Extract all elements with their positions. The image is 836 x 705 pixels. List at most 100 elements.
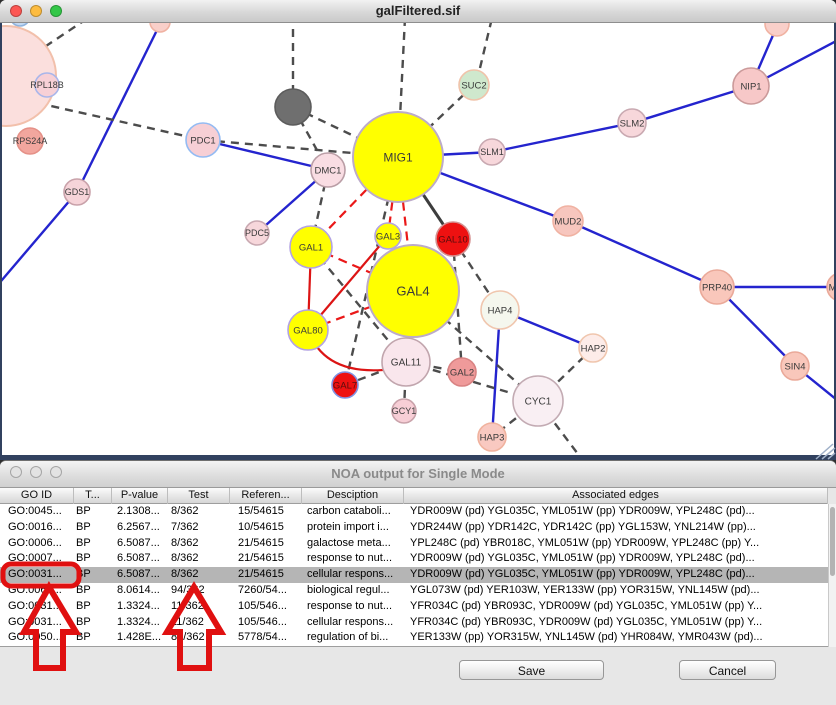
cell: 8/362 (168, 504, 230, 520)
cell: 1.3324... (112, 599, 168, 615)
node-label: GAL80 (293, 325, 323, 336)
cell: BP (74, 520, 112, 536)
cell: 1.428E... (112, 630, 168, 646)
cell: 5778/54... (230, 630, 302, 646)
cell: 21/54615 (230, 536, 302, 552)
node-label: GAL3 (376, 231, 400, 242)
cell: 6.5087... (112, 536, 168, 552)
column-header-desciption[interactable]: Desciption (302, 487, 404, 504)
cell: YGL073W (pd) YER103W, YER133W (pp) YOR31… (404, 583, 828, 599)
cell: GO:0031... (0, 599, 74, 615)
edge[interactable] (24, 100, 203, 140)
table-row-0[interactable]: GO:0045...BP2.1308...8/36215/54615carbon… (0, 504, 828, 520)
network-titlebar[interactable]: galFiltered.sif (0, 0, 836, 23)
cell: GO:0006... (0, 536, 74, 552)
node-label: GAL1 (299, 242, 323, 253)
column-header-associated-edges[interactable]: Associated edges (404, 487, 828, 504)
column-header-go-id[interactable]: GO ID (0, 487, 74, 504)
node-label: RPL18B (30, 80, 64, 90)
node-label: GCY1 (392, 406, 417, 416)
node-gray-node[interactable] (275, 89, 311, 125)
cell: GO:0016... (0, 520, 74, 536)
cell: 8/362 (168, 536, 230, 552)
node-label: PDC5 (245, 228, 269, 238)
cell: protein import i... (302, 520, 404, 536)
table-row-3[interactable]: GO:0007...BP6.5087...8/36221/54615respon… (0, 551, 828, 567)
cell: YDR009W (pd) YGL035C, YML051W (pp) YDR00… (404, 551, 828, 567)
table-row-7[interactable]: GO:0031...BP1.3324...11/362105/546...cel… (0, 615, 828, 631)
cell: BP (74, 583, 112, 599)
cancel-button[interactable]: Cancel (679, 660, 776, 680)
table-row-5[interactable]: GO:0065...BP8.0614...94/3627260/54...bio… (0, 583, 828, 599)
network-window: RPL18BRPS24AGDS1PDC1SUC2MIG1SLM1DMC1SLM2… (0, 0, 836, 460)
cell: cellular respons... (302, 615, 404, 631)
node-label: HAP3 (480, 432, 505, 443)
column-header-t-[interactable]: T... (74, 487, 112, 504)
table-row-2[interactable]: GO:0006...BP6.5087...8/36221/54615galact… (0, 536, 828, 552)
cell: 21/54615 (230, 551, 302, 567)
cell: 6.5087... (112, 551, 168, 567)
cell: 2.1308... (112, 504, 168, 520)
edge[interactable] (492, 123, 632, 152)
edge[interactable] (77, 24, 160, 192)
node-label: GAL7 (333, 380, 357, 391)
cell: response to nut... (302, 551, 404, 567)
resize-grip-icon[interactable] (814, 442, 836, 460)
cell: response to nut... (302, 599, 404, 615)
node-label: NIP1 (740, 81, 761, 92)
node-label: MIG1 (383, 150, 413, 164)
cell: galactose meta... (302, 536, 404, 552)
noa-titlebar[interactable]: NOA output for Single Mode (0, 461, 836, 488)
cell: YDR009W (pd) YGL035C, YML051W (pp) YDR00… (404, 567, 828, 583)
cell: YDR009W (pd) YGL035C, YML051W (pp) YDR00… (404, 504, 828, 520)
node-label: GAL11 (391, 358, 422, 369)
cell: carbon cataboli... (302, 504, 404, 520)
cell: YDR244W (pp) YDR142C, YDR142C (pp) YGL15… (404, 520, 828, 536)
cell: GO:0007... (0, 551, 74, 567)
window-title: galFiltered.sif (0, 3, 836, 18)
node-label: GAL2 (450, 367, 474, 378)
cell: GO:0065... (0, 583, 74, 599)
vertical-scrollbar[interactable] (828, 504, 836, 647)
cell: BP (74, 630, 112, 646)
save-button[interactable]: Save (459, 660, 604, 680)
cell: 8/362 (168, 567, 230, 583)
cell: YFR034C (pd) YBR093C, YDR009W (pd) YGL03… (404, 599, 828, 615)
column-header-p-value[interactable]: P-value (112, 487, 168, 504)
cell: cellular respons... (302, 567, 404, 583)
cell: BP (74, 567, 112, 583)
node-label: CYC1 (525, 397, 552, 408)
edge[interactable] (480, 18, 492, 68)
edge[interactable] (568, 221, 717, 287)
node-label: MSL1 (829, 282, 836, 293)
cell: 6.5087... (112, 567, 168, 583)
table-row-1[interactable]: GO:0016...BP6.2567...7/36210/54615protei… (0, 520, 828, 536)
cell: 7/362 (168, 520, 230, 536)
table-body: GO:0045...BP2.1308...8/36215/54615carbon… (0, 504, 828, 647)
table-row-8[interactable]: GO:0050...BP1.428E...80/3625778/54...reg… (0, 630, 828, 646)
table-row-4[interactable]: GO:0031...BP6.5087...8/36221/54615cellul… (0, 567, 828, 583)
cell: 94/362 (168, 583, 230, 599)
cell: 6.2567... (112, 520, 168, 536)
edge[interactable] (0, 192, 77, 287)
cell: 10/54615 (230, 520, 302, 536)
cell: GO:0031... (0, 567, 74, 583)
node-label: SIN4 (784, 361, 805, 372)
node-label: GAL10 (438, 234, 468, 245)
scrollbar-thumb[interactable] (830, 507, 835, 576)
network-canvas[interactable]: RPL18BRPS24AGDS1PDC1SUC2MIG1SLM1DMC1SLM2… (0, 0, 836, 460)
cell: 8.0614... (112, 583, 168, 599)
cell: 105/546... (230, 615, 302, 631)
cell: 80/362 (168, 630, 230, 646)
column-header-referen-[interactable]: Referen... (230, 487, 302, 504)
node-label: PDC1 (190, 135, 215, 146)
node-label: GAL4 (396, 284, 429, 299)
table-header[interactable]: GO IDT...P-valueTestReferen...Desciption… (0, 487, 828, 504)
cell: BP (74, 599, 112, 615)
cell: regulation of bi... (302, 630, 404, 646)
column-header-test[interactable]: Test (168, 487, 230, 504)
cell: 21/54615 (230, 567, 302, 583)
table-row-6[interactable]: GO:0031...BP1.3324...11/362105/546...res… (0, 599, 828, 615)
cell: GO:0045... (0, 504, 74, 520)
noa-window: NOA output for Single Mode GO IDT...P-va… (0, 460, 836, 705)
